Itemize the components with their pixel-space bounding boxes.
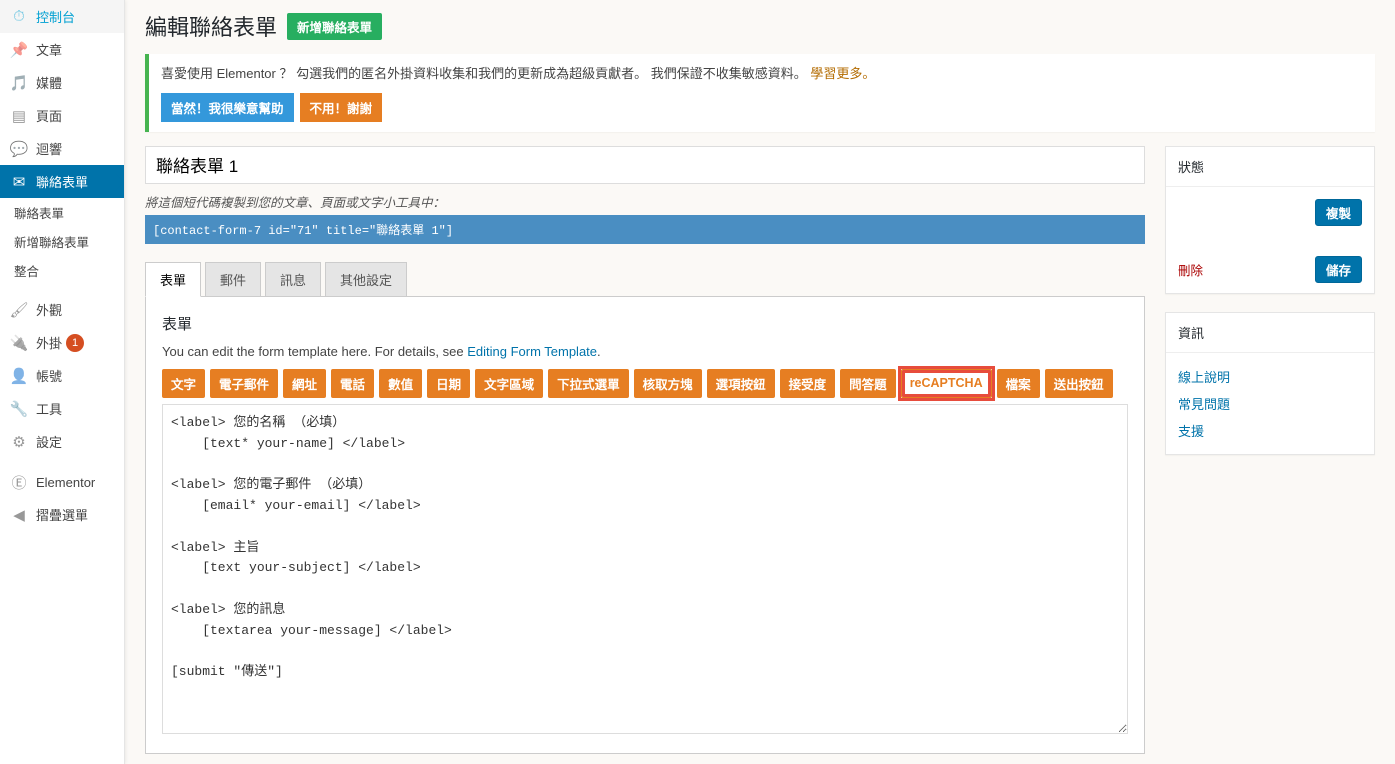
menu-elementor[interactable]: ⒺElementor <box>0 466 124 498</box>
save-button[interactable]: 儲存 <box>1315 256 1362 283</box>
menu-collapse[interactable]: ◀摺疊選單 <box>0 498 124 531</box>
menu-appearance[interactable]: 🖌外觀 <box>0 293 124 326</box>
notice-no-button[interactable]: 不用！謝謝 <box>300 93 383 122</box>
gauge-icon: ⏱ <box>10 8 28 26</box>
user-icon: 👤 <box>10 367 28 385</box>
main-content: 編輯聯絡表單 新增聯絡表單 喜愛使用 Elementor ？ 勾選我們的匿名外掛… <box>125 0 1395 764</box>
menu-dashboard[interactable]: ⏱控制台 <box>0 0 124 33</box>
plugin-update-badge: 1 <box>66 334 84 352</box>
notice-text: 喜愛使用 Elementor ？ 勾選我們的匿名外掛資料收集和我們的更新成為超級… <box>161 64 1363 85</box>
tool-icon: 🔧 <box>10 400 28 418</box>
gear-icon: ⚙ <box>10 433 28 451</box>
submenu-item-integration[interactable]: 整合 <box>0 256 124 285</box>
collapse-icon: ◀ <box>10 506 28 524</box>
admin-sidebar: ⏱控制台 📌文章 🎵媒體 ▤頁面 💬迴響 ✉聯絡表單 聯絡表單 新增聯絡表單 整… <box>0 0 125 764</box>
copy-button[interactable]: 複製 <box>1315 199 1362 226</box>
comment-icon: 💬 <box>10 140 28 158</box>
notice-learn-more-link[interactable]: 學習更多。 <box>810 66 875 81</box>
tag-file[interactable]: 檔案 <box>997 369 1040 398</box>
tag-submit[interactable]: 送出按鈕 <box>1045 369 1113 398</box>
submenu-item-add-new[interactable]: 新增聯絡表單 <box>0 227 124 256</box>
shortcode-label: 將這個短代碼複製到您的文章、頁面或文字小工具中： <box>145 192 1145 211</box>
tag-url[interactable]: 網址 <box>283 369 326 398</box>
tag-select[interactable]: 下拉式選單 <box>548 369 629 398</box>
tab-mail[interactable]: 郵件 <box>205 262 261 296</box>
form-title-input[interactable] <box>145 146 1145 184</box>
pin-icon: 📌 <box>10 41 28 59</box>
submenu-item-contact-forms[interactable]: 聯絡表單 <box>0 198 124 227</box>
tag-text[interactable]: 文字 <box>162 369 205 398</box>
page-icon: ▤ <box>10 107 28 125</box>
menu-settings[interactable]: ⚙設定 <box>0 425 124 458</box>
menu-posts[interactable]: 📌文章 <box>0 33 124 66</box>
info-link-faq[interactable]: 常見問題 <box>1178 390 1362 417</box>
notice-yes-button[interactable]: 當然！我很樂意幫助 <box>161 93 294 122</box>
tag-email[interactable]: 電子郵件 <box>210 369 278 398</box>
shortcode-display[interactable]: [contact-form-7 id="71" title="聯絡表單 1"] <box>145 215 1145 244</box>
tab-additional[interactable]: 其他設定 <box>325 262 407 296</box>
tab-form[interactable]: 表單 <box>145 262 201 297</box>
panel-heading: 表單 <box>162 313 1128 334</box>
delete-button[interactable]: 刪除 <box>1178 260 1203 279</box>
tab-messages[interactable]: 訊息 <box>265 262 321 296</box>
info-link-support[interactable]: 支援 <box>1178 417 1362 444</box>
elementor-icon: Ⓔ <box>10 473 28 491</box>
menu-users[interactable]: 👤帳號 <box>0 359 124 392</box>
tag-tel[interactable]: 電話 <box>331 369 374 398</box>
status-title: 狀態 <box>1166 147 1374 187</box>
menu-media[interactable]: 🎵媒體 <box>0 66 124 99</box>
info-link-docs[interactable]: 線上說明 <box>1178 363 1362 390</box>
media-icon: 🎵 <box>10 74 28 92</box>
info-postbox: 資訊 線上說明 常見問題 支援 <box>1165 312 1375 455</box>
tag-date[interactable]: 日期 <box>427 369 470 398</box>
status-postbox: 狀態 複製 刪除 儲存 <box>1165 146 1375 294</box>
tag-recaptcha[interactable]: reCAPTCHA <box>901 369 992 398</box>
tag-generator-row: 文字 電子郵件 網址 電話 數值 日期 文字區域 下拉式選單 核取方塊 選項按鈕… <box>162 369 1128 398</box>
elementor-notice: 喜愛使用 Elementor ？ 勾選我們的匿名外掛資料收集和我們的更新成為超級… <box>145 54 1375 132</box>
panel-description: You can edit the form template here. For… <box>162 344 1128 359</box>
tag-radio[interactable]: 選項按鈕 <box>707 369 775 398</box>
menu-contact-forms[interactable]: ✉聯絡表單 <box>0 165 124 198</box>
form-panel: 表單 You can edit the form template here. … <box>145 297 1145 754</box>
add-new-button[interactable]: 新增聯絡表單 <box>287 13 382 40</box>
form-template-textarea[interactable] <box>162 404 1128 734</box>
plug-icon: 🔌 <box>10 334 28 352</box>
page-title: 編輯聯絡表單 <box>145 10 277 42</box>
info-title: 資訊 <box>1166 313 1374 353</box>
editing-template-link[interactable]: Editing Form Template <box>467 344 597 359</box>
submenu-contact: 聯絡表單 新增聯絡表單 整合 <box>0 198 124 285</box>
tag-textarea[interactable]: 文字區域 <box>475 369 543 398</box>
tag-checkbox[interactable]: 核取方塊 <box>634 369 702 398</box>
mail-icon: ✉ <box>10 173 28 191</box>
brush-icon: 🖌 <box>10 301 28 319</box>
menu-plugins[interactable]: 🔌外掛1 <box>0 326 124 359</box>
form-tabs: 表單 郵件 訊息 其他設定 <box>145 262 1145 297</box>
tag-acceptance[interactable]: 接受度 <box>780 369 836 398</box>
menu-tools[interactable]: 🔧工具 <box>0 392 124 425</box>
menu-pages[interactable]: ▤頁面 <box>0 99 124 132</box>
tag-number[interactable]: 數值 <box>379 369 422 398</box>
menu-comments[interactable]: 💬迴響 <box>0 132 124 165</box>
tag-quiz[interactable]: 問答題 <box>840 369 896 398</box>
page-header: 編輯聯絡表單 新增聯絡表單 <box>145 10 1375 42</box>
